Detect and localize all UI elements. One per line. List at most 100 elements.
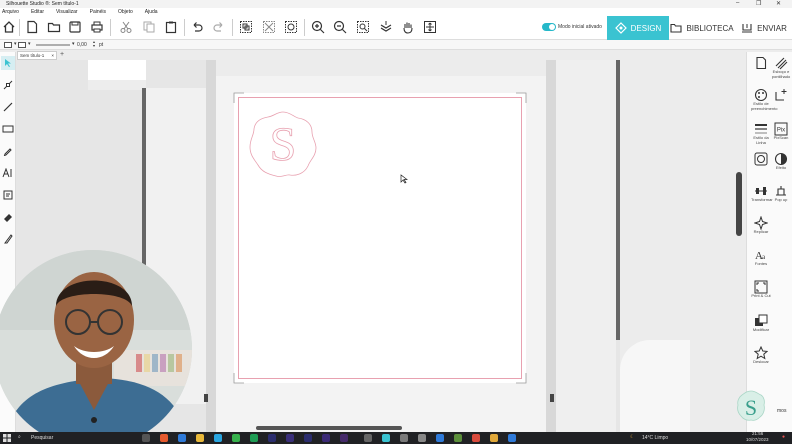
print-cut-button[interactable]: Print & Cut <box>751 280 771 299</box>
line-width-stepper[interactable]: ▴ ▾ <box>93 40 95 48</box>
taskbar-app-icon[interactable] <box>340 434 348 442</box>
line-style-swatch[interactable] <box>18 42 26 48</box>
offset-button[interactable]: Deslocar <box>751 346 771 365</box>
fill-panel-tool[interactable] <box>1 188 15 202</box>
close-button[interactable]: ✕ <box>776 0 781 7</box>
add-tab-button[interactable]: + <box>60 51 64 59</box>
weather-text[interactable]: 14°C Limpo <box>642 435 668 441</box>
taskbar-app-icon[interactable] <box>160 434 168 442</box>
taskbar-app-icon[interactable] <box>454 434 462 442</box>
text-tool[interactable] <box>1 166 15 180</box>
pixscan-button[interactable]: Pix PixScan <box>771 122 791 141</box>
zoom-fit-icon[interactable] <box>354 18 372 36</box>
tab-enviar[interactable]: ENVIAR <box>736 16 792 40</box>
taskbar-app-icon[interactable] <box>214 434 222 442</box>
taskbar-app-icon[interactable] <box>490 434 498 442</box>
taskbar-app-icon[interactable] <box>178 434 186 442</box>
menu-ajuda[interactable]: Ajuda <box>145 9 158 15</box>
ungroup-icon[interactable] <box>260 18 278 36</box>
knife-tool[interactable] <box>1 232 15 246</box>
paste-icon[interactable] <box>162 18 180 36</box>
close-tab-icon[interactable]: × <box>51 52 54 60</box>
undo-icon[interactable] <box>188 18 206 36</box>
zoom-in-icon[interactable] <box>309 18 327 36</box>
taskbar-app-icon[interactable] <box>196 434 204 442</box>
taskbar-app-icon[interactable] <box>364 434 372 442</box>
tab-design[interactable]: DESIGN <box>607 16 669 40</box>
line-width-value[interactable]: 0,00 <box>77 42 87 48</box>
line-style-dropdown-icon[interactable]: ▾ <box>28 41 31 47</box>
vertical-scrollbar[interactable] <box>736 172 742 236</box>
new-document-icon[interactable] <box>23 18 41 36</box>
taskbar-app-icon[interactable] <box>382 434 390 442</box>
taskbar-app-icon[interactable] <box>472 434 480 442</box>
open-folder-icon[interactable] <box>45 18 63 36</box>
group-icon[interactable] <box>237 18 255 36</box>
line-color-dropdown-icon[interactable]: ▾ <box>14 41 17 47</box>
taskbar-app-icon[interactable] <box>400 434 408 442</box>
start-mode-toggle[interactable] <box>542 23 556 31</box>
eraser-tool[interactable] <box>1 210 15 224</box>
line-color-swatch[interactable] <box>4 42 12 48</box>
taskbar-app-icon[interactable] <box>322 434 330 442</box>
taskbar-app-icon[interactable] <box>232 434 240 442</box>
taskbar-app-icon[interactable] <box>418 434 426 442</box>
fill-style-button[interactable]: Estilo de preenchimento <box>751 88 777 111</box>
transform-button[interactable]: Transformar <box>751 184 773 203</box>
taskbar-app-icon[interactable] <box>142 434 150 442</box>
taskbar-app-icon[interactable] <box>250 434 258 442</box>
menu-editar[interactable]: Editar <box>31 9 44 15</box>
release-compound-icon[interactable] <box>282 18 300 36</box>
save-icon[interactable] <box>66 18 84 36</box>
offset-star-icon <box>754 346 768 360</box>
popup-button[interactable]: Pop up <box>771 184 791 203</box>
transform-corner-button[interactable] <box>771 88 791 102</box>
taskbar-app-icon[interactable] <box>268 434 276 442</box>
replicate-button[interactable]: Replicar <box>751 216 771 235</box>
print-icon[interactable] <box>88 18 106 36</box>
move-down-icon[interactable] <box>377 18 395 36</box>
half-circle-icon <box>774 152 788 166</box>
rectangle-tool[interactable] <box>1 122 15 136</box>
clock-time[interactable]: 21:56 <box>752 431 763 436</box>
select-tool[interactable] <box>1 56 15 70</box>
line-tool[interactable] <box>1 100 15 114</box>
cut-icon[interactable] <box>117 18 135 36</box>
effects-button[interactable] <box>751 152 771 166</box>
sketch-panel-button[interactable] <box>751 56 771 70</box>
notification-icon[interactable]: ● <box>782 434 785 440</box>
taskbar-app-icon[interactable] <box>304 434 312 442</box>
taskbar-app-icon[interactable] <box>508 434 516 442</box>
clock-date[interactable]: 10/07/2023 <box>746 437 769 442</box>
copy-icon[interactable] <box>140 18 158 36</box>
home-icon[interactable] <box>0 18 18 36</box>
horizontal-scrollbar[interactable] <box>256 426 402 430</box>
modify-button[interactable]: Modificar <box>751 314 771 333</box>
windows-start-icon[interactable] <box>3 434 11 442</box>
search-icon[interactable]: ⌕ <box>18 434 21 440</box>
fonts-button[interactable]: Aa Fontes <box>751 248 771 267</box>
taskbar-search-text[interactable]: Pesquisar <box>31 435 53 441</box>
maximize-button[interactable]: ❐ <box>756 0 761 7</box>
redo-icon[interactable] <box>210 18 228 36</box>
sketch-pen-button[interactable]: Esboço e pontilhado <box>771 56 791 79</box>
document-tab[interactable]: Sem título-1 × <box>17 51 57 60</box>
menu-objeto[interactable]: Objeto <box>118 9 133 15</box>
minimize-button[interactable]: – <box>736 0 739 6</box>
pan-hand-icon[interactable] <box>399 18 417 36</box>
tab-biblioteca[interactable]: BIBLIOTECA <box>670 16 734 40</box>
menu-visualizar[interactable]: Visualizar <box>56 9 78 15</box>
menu-arquivo[interactable]: Arquivo <box>2 9 19 15</box>
line-style-button[interactable]: Estilo da Linha <box>751 122 771 145</box>
fit-to-page-icon[interactable] <box>421 18 439 36</box>
taskbar-app-icon[interactable] <box>436 434 444 442</box>
effect-halfcircle-button[interactable]: Efeito <box>771 152 791 171</box>
zoom-out-icon[interactable] <box>331 18 349 36</box>
taskbar-app-icon[interactable] <box>286 434 294 442</box>
pencil-tool[interactable] <box>1 144 15 158</box>
point-edit-tool[interactable] <box>1 78 15 92</box>
line-type-dropdown-icon[interactable]: ▾ <box>72 41 75 47</box>
menu-paineis[interactable]: Painéis <box>90 9 106 15</box>
design-icon <box>614 22 627 34</box>
monogram-logo[interactable]: S <box>246 108 320 180</box>
